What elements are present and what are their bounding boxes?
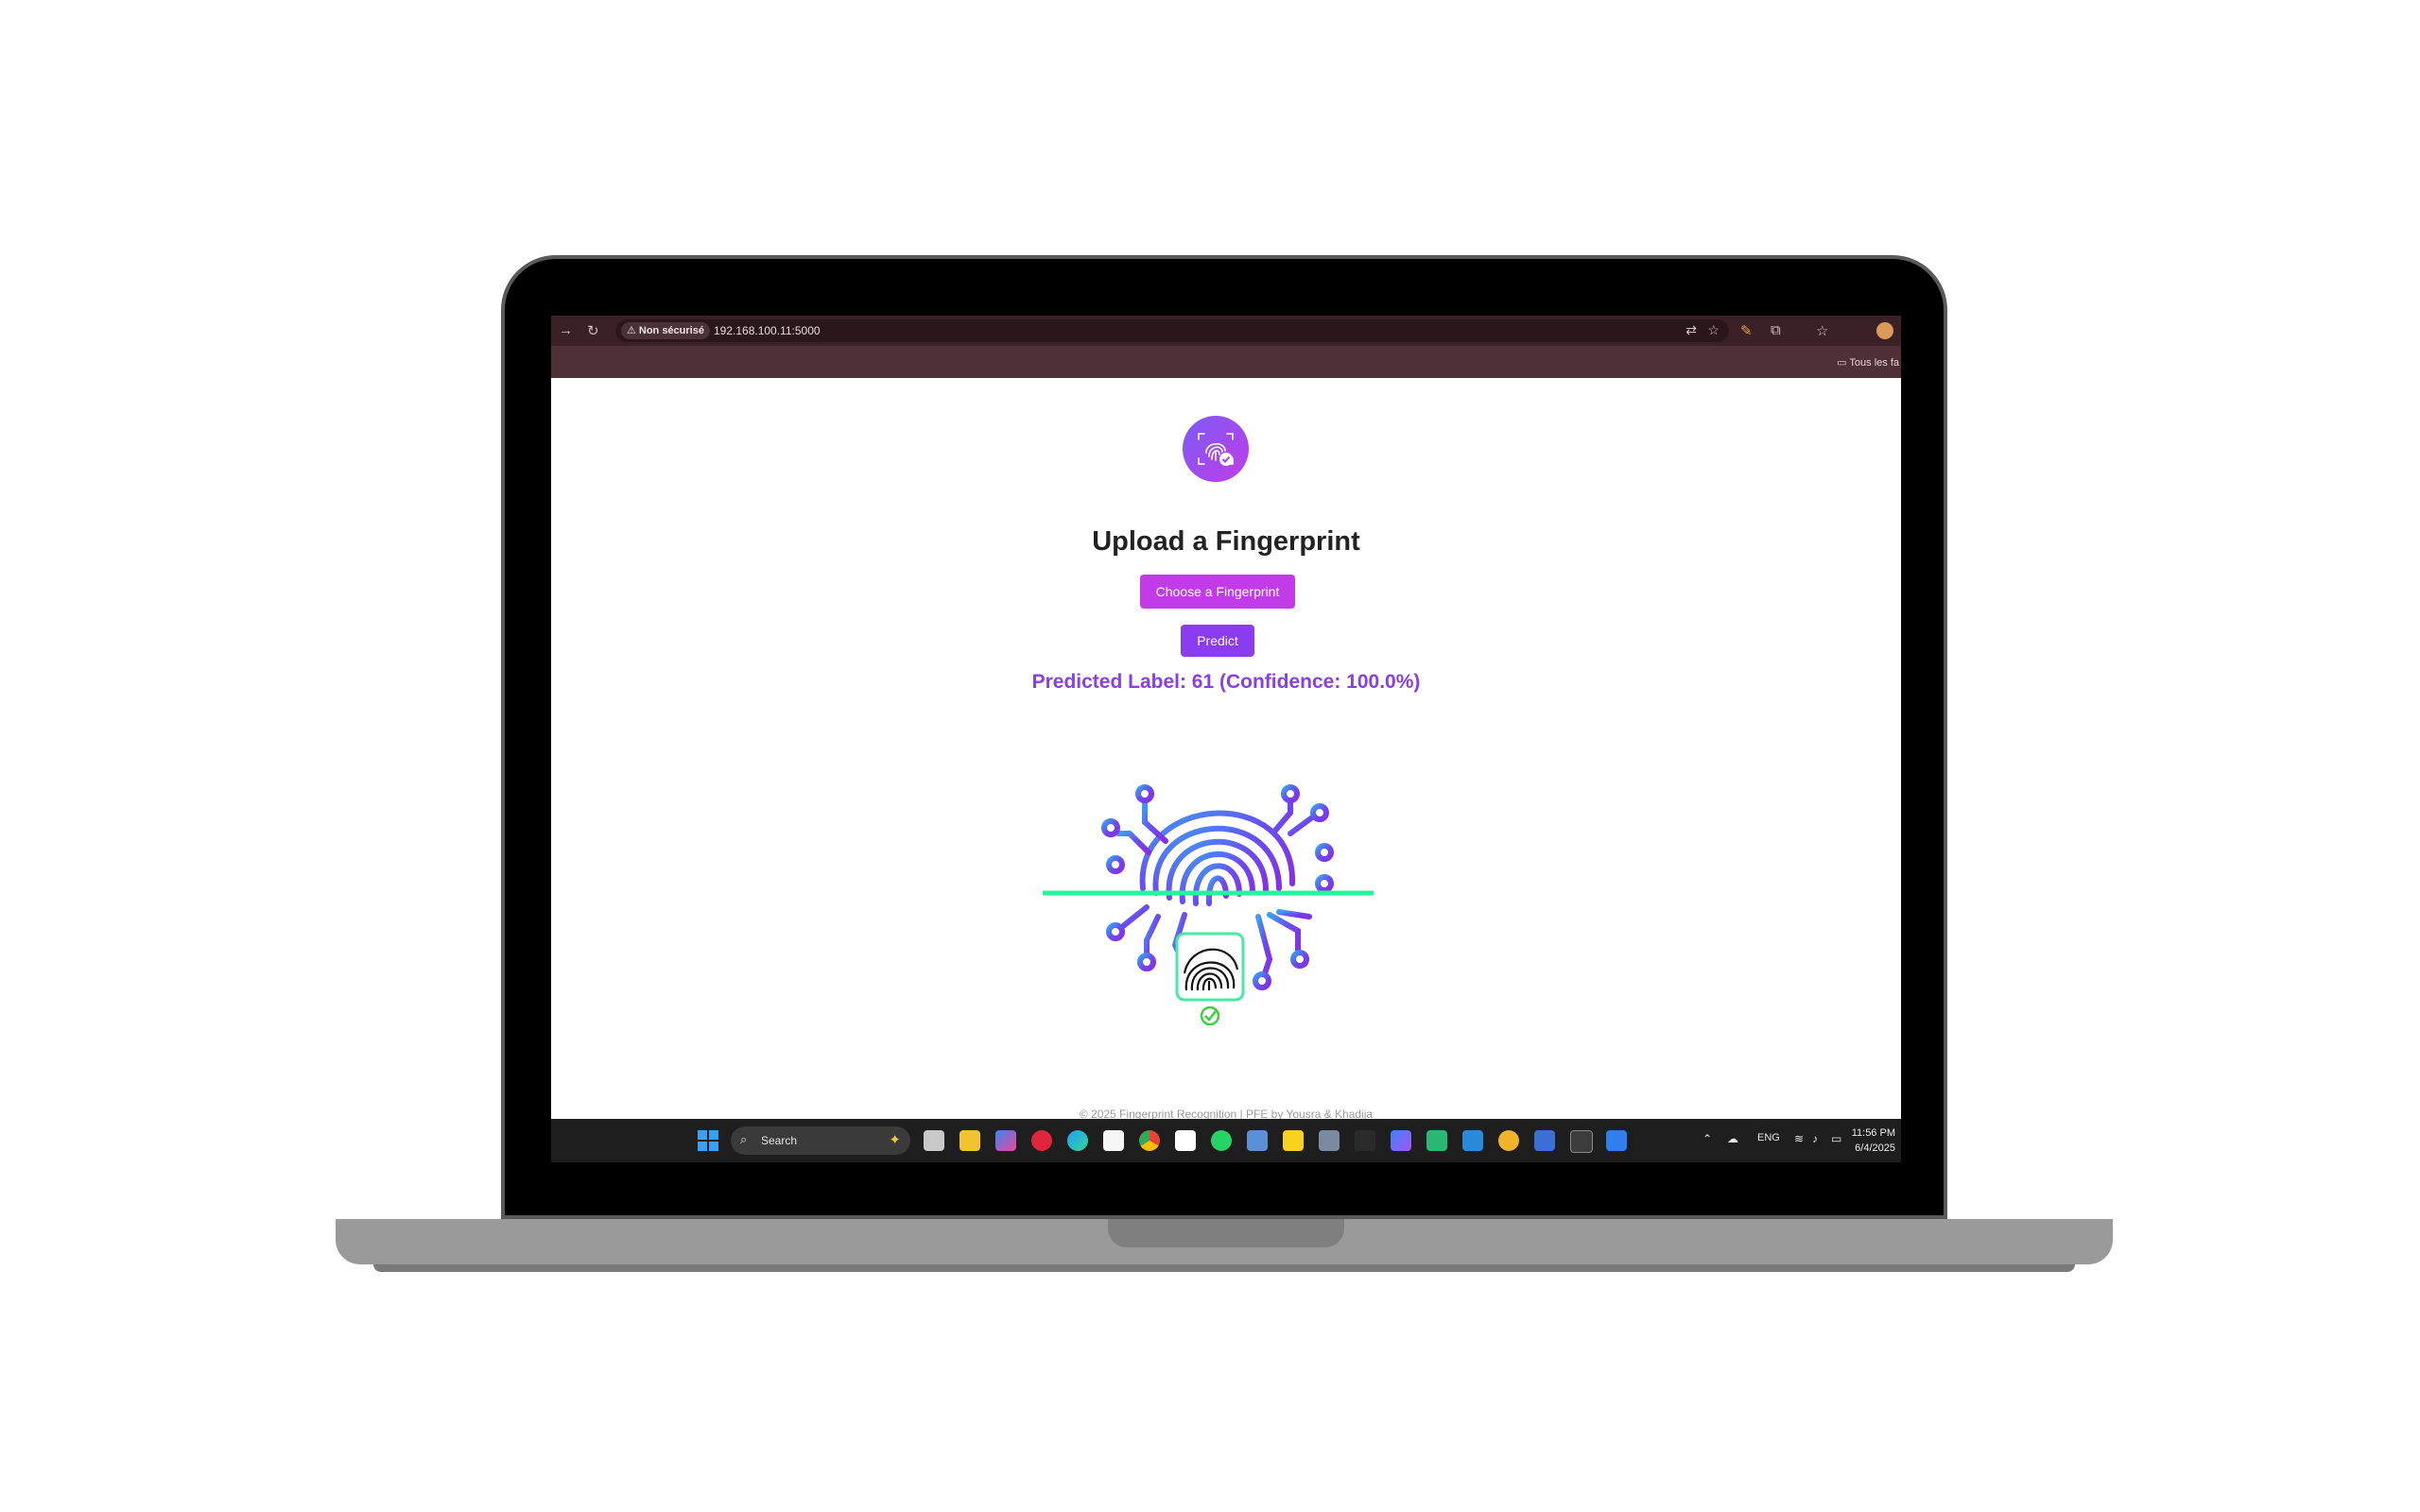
security-chip[interactable]: ⚠ Non sécurisé: [621, 322, 710, 339]
folder-icon: ▭: [1837, 357, 1847, 369]
notion-icon[interactable]: [1103, 1130, 1124, 1151]
copilot-app-icon[interactable]: [1391, 1130, 1411, 1151]
extensions-puzzle-icon[interactable]: ⧉: [1771, 322, 1781, 338]
page-title: Upload a Fingerprint: [1092, 526, 1360, 557]
wifi-icon[interactable]: ≋: [1794, 1132, 1804, 1145]
laptop-base-foot: [373, 1264, 2075, 1272]
bookmark-star-icon[interactable]: ☆: [1707, 322, 1720, 338]
search-placeholder: Search: [761, 1134, 798, 1147]
edge-icon[interactable]: [1067, 1130, 1088, 1151]
favorites-icon[interactable]: ☆: [1816, 322, 1828, 339]
clock-time: 11:56 PM: [1851, 1127, 1895, 1139]
security-label: Non sécurisé: [638, 325, 704, 336]
url-text[interactable]: 192.168.100.11:5000: [714, 319, 821, 342]
address-bar[interactable]: ⚠ Non sécurisé 192.168.100.11:5000 ⇄ ☆: [615, 319, 1729, 342]
volume-icon[interactable]: ♪: [1812, 1132, 1818, 1145]
language-indicator[interactable]: ENG: [1757, 1132, 1780, 1143]
fingerprint-icon: [1198, 433, 1234, 466]
windows-app-icon[interactable]: [1247, 1130, 1268, 1151]
web-page: Upload a Fingerprint Choose a Fingerprin…: [551, 378, 1901, 1121]
spreadsheet-icon[interactable]: [1426, 1130, 1447, 1151]
system-clock[interactable]: 11:56 PM 6/4/2025: [1852, 1125, 1895, 1156]
tray-chevron-icon[interactable]: ⌃: [1703, 1132, 1712, 1145]
fingerprint-logo: [1183, 416, 1249, 482]
taskbar-search[interactable]: ⌕ Search ✦: [731, 1126, 910, 1155]
capcut-icon[interactable]: [1175, 1130, 1196, 1151]
browser-toolbar: → ↻ ⚠ Non sécurisé 192.168.100.11:5000 ⇄ …: [551, 316, 1901, 346]
choose-fingerprint-button[interactable]: Choose a Fingerprint: [1140, 575, 1295, 609]
check-icon: [1200, 1005, 1220, 1026]
copilot-icon[interactable]: [995, 1130, 1016, 1151]
windows-start-icon[interactable]: [698, 1130, 718, 1151]
chrome-icon[interactable]: [1139, 1130, 1160, 1151]
whatsapp-icon[interactable]: [1211, 1130, 1232, 1151]
file-explorer-icon[interactable]: [959, 1130, 980, 1151]
task-view-icon[interactable]: [924, 1130, 944, 1151]
search-icon: ⌕: [740, 1132, 748, 1146]
copilot-sparkle-icon: ✦: [889, 1132, 901, 1148]
bookmarks-folder-label: Tous les fa: [1849, 357, 1899, 369]
forward-icon[interactable]: →: [559, 322, 573, 338]
fingerprint-illustration: [1043, 784, 1374, 1026]
photos-icon[interactable]: [1319, 1130, 1340, 1151]
terminal-icon[interactable]: [1570, 1130, 1593, 1153]
battery-icon[interactable]: ▭: [1831, 1132, 1841, 1145]
onedrive-icon[interactable]: ☁: [1727, 1132, 1738, 1145]
predict-button[interactable]: Predict: [1181, 625, 1254, 657]
bookmarks-folder[interactable]: ▭ Tous les fa: [1837, 356, 1899, 369]
clock-date: 6/4/2025: [1855, 1143, 1895, 1154]
tool-icon[interactable]: [1606, 1130, 1627, 1151]
profile-avatar[interactable]: [1876, 322, 1893, 339]
bookmarks-bar: ▭ Tous les fa: [551, 346, 1901, 378]
sticky-notes-icon[interactable]: [1283, 1130, 1304, 1151]
network-app-icon[interactable]: [1534, 1130, 1555, 1151]
pinterest-icon[interactable]: [1031, 1130, 1052, 1151]
prediction-result: Predicted Label: 61 (Confidence: 100.0%): [1031, 671, 1421, 693]
warning-icon: ⚠: [627, 325, 636, 336]
extension-icon[interactable]: ✎: [1740, 322, 1753, 339]
vscode-icon[interactable]: [1462, 1130, 1483, 1151]
app-icon[interactable]: [1355, 1130, 1375, 1151]
reload-icon[interactable]: ↻: [587, 322, 599, 339]
taskbar: ⌕ Search ✦ ⌃ ☁ ENG ≋ ♪ ▭ 11:56 PM 6/4/20…: [551, 1119, 1901, 1162]
translate-icon[interactable]: ⇄: [1685, 322, 1697, 338]
python-icon[interactable]: [1498, 1130, 1519, 1151]
laptop-notch: [1108, 1219, 1344, 1247]
laptop-screen: → ↻ ⚠ Non sécurisé 192.168.100.11:5000 ⇄ …: [551, 316, 1901, 1162]
